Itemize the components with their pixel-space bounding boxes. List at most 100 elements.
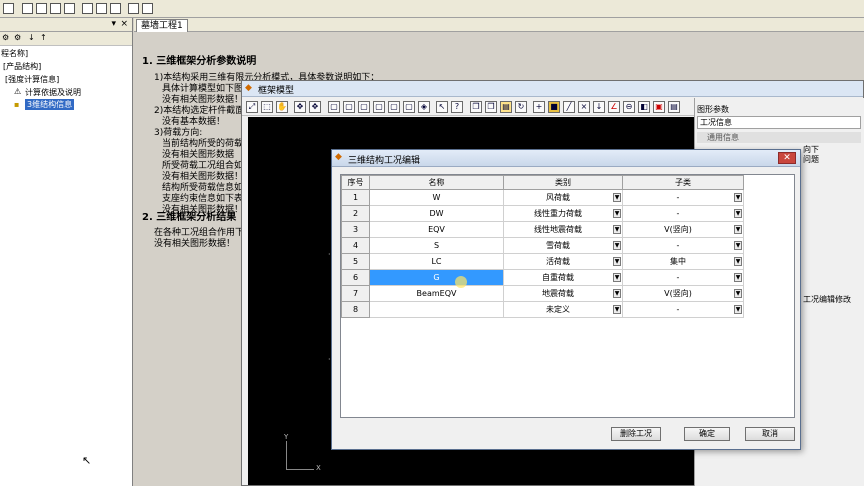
table-row[interactable]: 8 未定义 ▼ - ▼ <box>341 301 744 318</box>
table-row[interactable]: 1 W 风荷载 ▼ - ▼ <box>341 189 744 206</box>
props-field[interactable]: 工况信息 <box>697 116 861 129</box>
preview-icon[interactable] <box>142 3 153 14</box>
load-case-icon[interactable]: ▤ <box>500 101 512 113</box>
category-select[interactable]: 活荷载 ▼ <box>503 253 623 270</box>
subtype-select[interactable]: - ▼ <box>622 189 744 206</box>
chevron-down-icon[interactable]: ▼ <box>734 193 742 202</box>
view-front-icon[interactable]: ▢ <box>328 101 340 113</box>
tab-document[interactable]: 墓墙工程1 <box>136 19 188 32</box>
member-icon[interactable]: ■ <box>548 101 560 113</box>
close-icon[interactable]: × <box>120 19 128 29</box>
subtype-select[interactable]: - ▼ <box>622 237 744 254</box>
delete-icon[interactable] <box>64 3 75 14</box>
tree-item-3d-structure[interactable]: 3维结构信息 <box>25 99 75 110</box>
delete-case-button[interactable]: 删除工况 <box>611 427 661 441</box>
chevron-down-icon[interactable]: ▼ <box>734 209 742 218</box>
category-select[interactable]: 地震荷载 ▼ <box>503 285 623 302</box>
name-cell[interactable]: BeamEQV <box>369 285 504 302</box>
view-top-icon[interactable]: ▢ <box>388 101 400 113</box>
chevron-down-icon[interactable]: ▼ <box>613 241 621 250</box>
node-icon[interactable]: + <box>533 101 545 113</box>
arrow-up-icon[interactable]: ↑ <box>40 33 47 42</box>
name-cell[interactable]: W <box>369 189 504 206</box>
chevron-down-icon[interactable]: ▼ <box>734 305 742 314</box>
table-row[interactable]: 7 BeamEQV 地震荷载 ▼ V(竖向) ▼ <box>341 285 744 302</box>
line-icon[interactable]: ╱ <box>563 101 575 113</box>
subtype-select[interactable]: 集中 ▼ <box>622 253 744 270</box>
subtype-select[interactable]: - ▼ <box>622 205 744 222</box>
category-select[interactable]: 线性重力荷载 ▼ <box>503 205 623 222</box>
view-left-icon[interactable]: ▢ <box>358 101 370 113</box>
save-icon[interactable] <box>3 3 14 14</box>
view-right-icon[interactable]: ▢ <box>373 101 385 113</box>
rotate-icon[interactable]: ↻ <box>515 101 527 113</box>
name-cell[interactable]: DW <box>369 205 504 222</box>
print-icon[interactable] <box>128 3 139 14</box>
move-node-icon[interactable]: ✥ <box>309 101 321 113</box>
name-cell[interactable]: LC <box>369 253 504 270</box>
query-icon[interactable]: ? <box>451 101 463 113</box>
view-back-icon[interactable]: ▢ <box>343 101 355 113</box>
result-icon[interactable]: ▣ <box>653 101 665 113</box>
category-select[interactable]: 风荷载 ▼ <box>503 189 623 206</box>
frame-window-titlebar[interactable]: ◆ 框架模型 <box>242 81 863 97</box>
export-icon[interactable] <box>110 3 121 14</box>
chevron-down-icon[interactable]: ▼ <box>734 241 742 250</box>
section-icon[interactable]: ◧ <box>638 101 650 113</box>
ok-button[interactable]: 确定 <box>684 427 730 441</box>
table-row[interactable]: 2 DW 线性重力荷载 ▼ - ▼ <box>341 205 744 222</box>
settings-icon[interactable]: ⚙ <box>14 33 21 42</box>
chevron-down-icon[interactable]: ▼ <box>613 305 621 314</box>
pan-icon[interactable]: ✋ <box>276 101 288 113</box>
chevron-down-icon[interactable]: ▼ <box>613 257 621 266</box>
paste-icon[interactable] <box>50 3 61 14</box>
select-icon[interactable]: ↖ <box>436 101 448 113</box>
name-cell[interactable]: S <box>369 237 504 254</box>
category-select[interactable]: 雪荷载 ▼ <box>503 237 623 254</box>
tree-item-strength[interactable]: [强度计算信息] <box>5 74 59 85</box>
chevron-down-icon[interactable]: ▼ <box>734 225 742 234</box>
load-point-icon[interactable]: ↓ <box>593 101 605 113</box>
subtype-select[interactable]: V(竖向) ▼ <box>622 285 744 302</box>
table-row[interactable]: 5 LC 活荷载 ▼ 集中 ▼ <box>341 253 744 270</box>
chevron-down-icon[interactable]: ▼ <box>734 257 742 266</box>
cut-icon[interactable] <box>22 3 33 14</box>
cancel-button[interactable]: 取消 <box>745 427 795 441</box>
category-select[interactable]: 未定义 ▼ <box>503 301 623 318</box>
chevron-down-icon[interactable]: ▼ <box>613 193 621 202</box>
angle-icon[interactable]: ∠ <box>608 101 620 113</box>
copy-icon[interactable] <box>36 3 47 14</box>
zoom-fit-icon[interactable]: ⤢ <box>246 101 258 113</box>
support-icon[interactable]: × <box>578 101 590 113</box>
pin-icon[interactable]: ▾ <box>111 19 116 29</box>
subtype-select[interactable]: V(竖向) ▼ <box>622 221 744 238</box>
tree-item-structure[interactable]: [产品结构] <box>3 61 41 72</box>
tool-icon[interactable] <box>96 3 107 14</box>
dialog-titlebar[interactable]: ◆ 三维结构工况编辑 ✕ <box>332 150 800 167</box>
subtype-select[interactable]: - ▼ <box>622 301 744 318</box>
name-cell[interactable] <box>369 301 504 318</box>
table-row[interactable]: 3 EQV 线性地震荷载 ▼ V(竖向) ▼ <box>341 221 744 238</box>
chevron-down-icon[interactable]: ▼ <box>613 289 621 298</box>
chevron-down-icon[interactable]: ▼ <box>613 225 621 234</box>
chevron-down-icon[interactable]: ▼ <box>734 289 742 298</box>
chevron-down-icon[interactable]: ▼ <box>613 209 621 218</box>
chevron-down-icon[interactable]: ▼ <box>734 273 742 282</box>
tree-item-basis[interactable]: 计算依据及说明 <box>25 87 81 98</box>
category-select[interactable]: 自重荷载 ▼ <box>503 269 623 286</box>
report-icon[interactable]: ▤ <box>668 101 680 113</box>
table-row[interactable]: 4 S 雪荷载 ▼ - ▼ <box>341 237 744 254</box>
move-icon[interactable]: ✥ <box>294 101 306 113</box>
arrow-down-icon[interactable]: ↓ <box>28 33 35 42</box>
refresh-icon[interactable] <box>82 3 93 14</box>
chevron-down-icon[interactable]: ▼ <box>613 273 621 282</box>
zoom-window-icon[interactable]: ⬚ <box>261 101 273 113</box>
paste-view-icon[interactable]: ❐ <box>485 101 497 113</box>
release-icon[interactable]: ⊖ <box>623 101 635 113</box>
copy-view-icon[interactable]: ❐ <box>470 101 482 113</box>
name-cell[interactable]: G <box>369 269 504 286</box>
tree-item-project[interactable]: 程名称] <box>1 48 28 59</box>
close-icon[interactable]: ✕ <box>778 152 796 164</box>
view-bottom-icon[interactable]: ▢ <box>403 101 415 113</box>
category-select[interactable]: 线性地震荷载 ▼ <box>503 221 623 238</box>
